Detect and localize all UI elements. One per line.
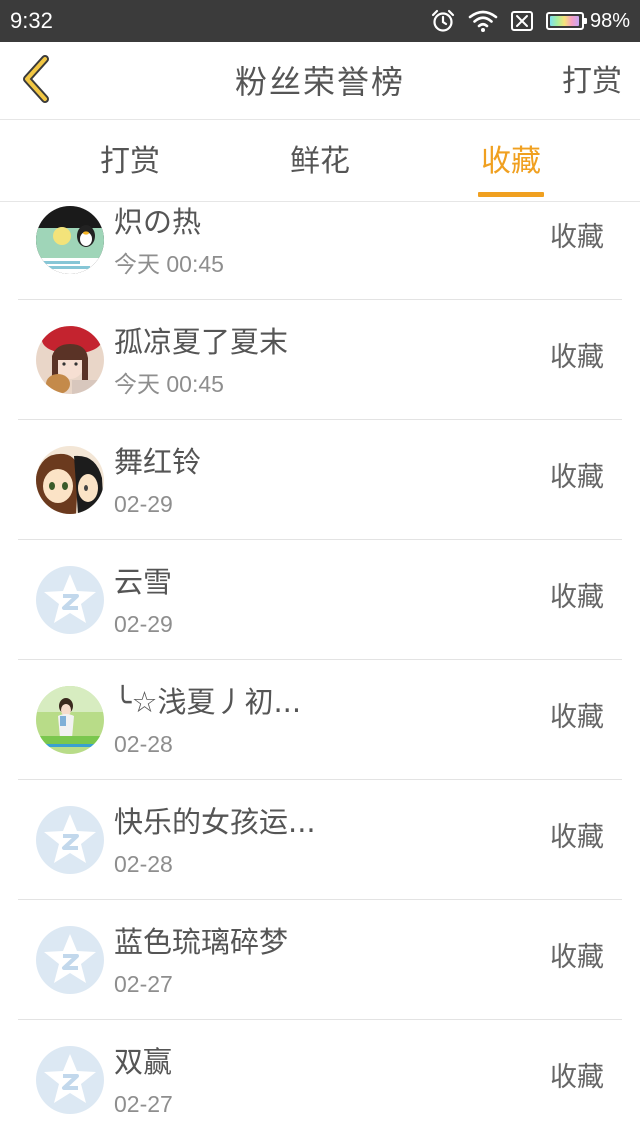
girl-grass-avatar[interactable] bbox=[36, 686, 104, 754]
fan-name: ╰☆浅夏丿初... bbox=[114, 685, 302, 719]
fan-action: 收藏 bbox=[550, 222, 604, 253]
qq-penguin-avatar[interactable] bbox=[36, 206, 104, 274]
fan-action: 收藏 bbox=[550, 582, 604, 613]
default-star-avatar[interactable] bbox=[36, 926, 104, 994]
tab-bar: 打赏 鲜花 收藏 bbox=[0, 121, 640, 202]
active-tab-indicator bbox=[478, 192, 544, 197]
fan-time: 今天 00:45 bbox=[114, 371, 224, 397]
fan-action: 收藏 bbox=[550, 342, 604, 373]
fan-name: 舞红铃 bbox=[114, 445, 202, 479]
list-item[interactable]: ╰☆浅夏丿初... 02-28 收藏 bbox=[18, 660, 622, 780]
fan-time: 02-28 bbox=[114, 731, 173, 757]
fan-name: 炽の热 bbox=[114, 205, 202, 239]
fan-name: 孤凉夏了夏末 bbox=[114, 325, 289, 359]
default-star-avatar[interactable] bbox=[36, 1046, 104, 1114]
fan-action: 收藏 bbox=[550, 942, 604, 973]
reward-button[interactable]: 打赏 bbox=[562, 62, 622, 102]
fan-time: 02-28 bbox=[114, 851, 173, 877]
tab-label: 打赏 bbox=[100, 144, 160, 179]
list-item[interactable]: 快乐的女孩运... 02-28 收藏 bbox=[18, 780, 622, 900]
fan-list[interactable]: 炽の热 今天 00:45 收藏 孤凉夏了夏末 今天 00:45 收藏 舞红铃 0… bbox=[0, 203, 640, 1138]
fan-name: 云雪 bbox=[114, 565, 173, 599]
fan-time: 02-29 bbox=[114, 491, 173, 517]
status-time: 9:32 bbox=[10, 8, 53, 33]
status-bar: 9:32 98% bbox=[0, 0, 640, 42]
tab-label: 鲜花 bbox=[290, 144, 350, 179]
fan-time: 02-27 bbox=[114, 1091, 173, 1117]
battery-icon: 98% bbox=[545, 9, 630, 33]
girl-red-hat-avatar[interactable] bbox=[36, 326, 104, 394]
list-item[interactable]: 蓝色琉璃碎梦 02-27 收藏 bbox=[18, 900, 622, 1020]
wifi-icon bbox=[468, 9, 498, 33]
tab-flowers[interactable]: 鲜花 bbox=[225, 121, 415, 202]
status-icons: 98% bbox=[430, 6, 630, 36]
fan-time: 02-29 bbox=[114, 611, 173, 637]
tab-favorites[interactable]: 收藏 bbox=[416, 121, 606, 202]
fan-time: 02-27 bbox=[114, 971, 173, 997]
fan-action: 收藏 bbox=[550, 1062, 604, 1093]
list-item[interactable]: 云雪 02-29 收藏 bbox=[18, 540, 622, 660]
fan-time: 今天 00:45 bbox=[114, 251, 224, 277]
battery-level bbox=[549, 16, 580, 26]
fan-action: 收藏 bbox=[550, 702, 604, 733]
list-item[interactable]: 孤凉夏了夏末 今天 00:45 收藏 bbox=[18, 300, 622, 420]
app-header: 粉丝荣誉榜 打赏 bbox=[0, 42, 640, 120]
sim-off-icon bbox=[510, 10, 534, 32]
list-item[interactable]: 炽の热 今天 00:45 收藏 bbox=[18, 203, 622, 300]
default-star-avatar[interactable] bbox=[36, 566, 104, 634]
anime-girls-avatar[interactable] bbox=[36, 446, 104, 514]
fan-name: 快乐的女孩运... bbox=[114, 805, 316, 839]
tab-reward[interactable]: 打赏 bbox=[35, 121, 225, 202]
page-title: 粉丝荣誉榜 bbox=[234, 63, 405, 101]
default-star-avatar[interactable] bbox=[36, 806, 104, 874]
list-item[interactable]: 舞红铃 02-29 收藏 bbox=[18, 420, 622, 540]
tab-label: 收藏 bbox=[481, 144, 541, 179]
fan-name: 双赢 bbox=[114, 1045, 173, 1079]
fan-name: 蓝色琉璃碎梦 bbox=[114, 925, 289, 959]
alarm-icon bbox=[430, 8, 456, 34]
battery-percent: 98% bbox=[589, 9, 630, 32]
fan-action: 收藏 bbox=[550, 462, 604, 493]
fan-action: 收藏 bbox=[550, 822, 604, 853]
list-item[interactable]: 双赢 02-27 收藏 bbox=[18, 1020, 622, 1138]
